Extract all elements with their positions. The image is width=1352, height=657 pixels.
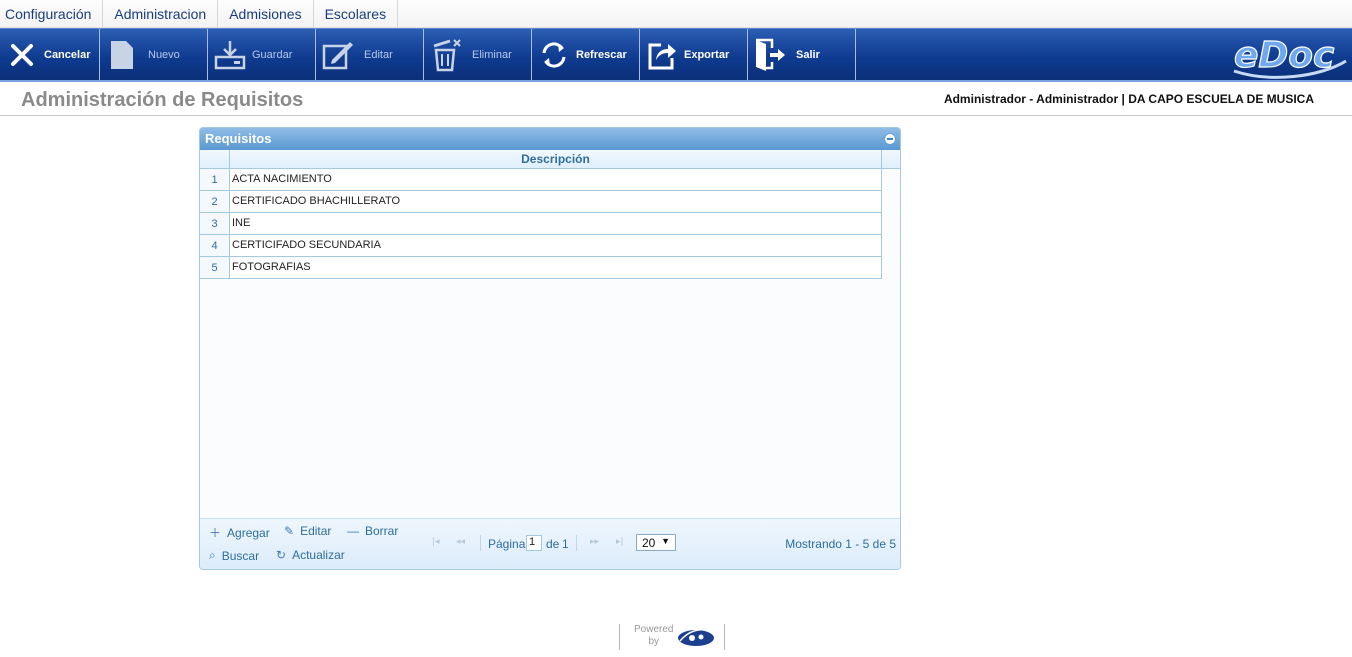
cancel-label: Cancelar (44, 48, 91, 61)
delete-row-label: Borrar (365, 524, 399, 538)
records-summary: Mostrando 1 - 5 de 5 (785, 537, 896, 551)
requisitos-grid: Requisitos Descripción 1 ACTA NACIMIENTO… (199, 127, 901, 570)
row-description: CERTICIFADO SECUNDARIA (232, 239, 381, 251)
row-number: 4 (200, 235, 230, 256)
page-title: Administración de Requisitos (21, 89, 304, 111)
column-header-descripcion[interactable]: Descripción (230, 150, 882, 168)
first-page-icon[interactable]: |◂ (432, 537, 440, 547)
edit-icon (322, 37, 354, 73)
reload-label: Actualizar (292, 548, 345, 562)
title-divider (0, 115, 1352, 116)
export-label: Exportar (684, 48, 730, 61)
add-button[interactable]: ＋ Agregar (209, 524, 270, 541)
save-label: Guardar (252, 48, 293, 61)
next-page-icon[interactable]: ▸▸ (590, 537, 599, 547)
row-description: INE (232, 217, 251, 229)
menu-administracion[interactable]: Administracion (103, 0, 219, 27)
minus-icon: — (347, 524, 359, 538)
refresh-label: Refrescar (576, 48, 627, 61)
trash-icon (430, 37, 462, 73)
delete-button[interactable]: Eliminar (424, 29, 532, 80)
row-number: 2 (200, 191, 230, 212)
edit-button[interactable]: Editar (316, 29, 424, 80)
menu-escolares[interactable]: Escolares (314, 0, 399, 27)
footer: Powered by (619, 624, 725, 650)
new-document-icon (106, 37, 138, 73)
export-icon (646, 37, 678, 73)
pencil-icon: ✎ (284, 524, 295, 538)
add-label: Agregar (227, 525, 270, 540)
last-page-icon[interactable]: ▸| (616, 537, 624, 547)
total-pages: 1 (562, 537, 569, 551)
search-icon: ⌕ (209, 548, 216, 562)
by-line: by (648, 636, 660, 647)
exit-label: Salir (796, 48, 820, 61)
row-description: FOTOGRAFIAS (232, 261, 311, 273)
new-label: Nuevo (148, 48, 180, 61)
of-label: de (546, 537, 560, 551)
exit-icon (754, 37, 786, 73)
top-menu-bar: Configuración Administracion Admisiones … (0, 0, 1352, 28)
prev-page-icon[interactable]: ◂◂ (456, 537, 465, 547)
page-label: Página (488, 537, 526, 551)
grid-column-header: Descripción (200, 150, 900, 169)
export-button[interactable]: Exportar (640, 29, 748, 80)
search-label: Buscar (221, 548, 260, 563)
cancel-button[interactable]: Cancelar (0, 29, 100, 80)
table-row[interactable]: 2 CERTIFICADO BHACHILLERATO (200, 191, 882, 213)
user-info: Administrador - Administrador | DA CAPO … (943, 92, 1314, 106)
delete-row-button[interactable]: — Borrar (347, 524, 398, 538)
save-button[interactable]: Guardar (208, 29, 316, 80)
reload-icon: ↻ (276, 548, 287, 562)
table-row[interactable]: 4 CERTICIFADO SECUNDARIA (200, 235, 882, 257)
toolbar: Cancelar Nuevo Guardar Editar Eliminar R… (0, 28, 1352, 82)
table-row[interactable]: 1 ACTA NACIMIENTO (200, 169, 882, 191)
edit-label: Editar (364, 48, 393, 61)
refresh-button[interactable]: Refrescar (532, 29, 640, 80)
rows-per-page-select[interactable]: 20 ▼ (636, 534, 676, 551)
grid-caption-bar: Requisitos (200, 128, 900, 150)
edoc-logo-text: eDoc (1234, 35, 1334, 76)
collapse-icon[interactable] (884, 133, 896, 145)
menu-admisiones[interactable]: Admisiones (218, 0, 314, 27)
row-description: CERTIFICADO BHACHILLERATO (232, 195, 401, 207)
edit-row-label: Editar (300, 524, 332, 538)
vendor-logo (676, 625, 716, 649)
menu-configuracion[interactable]: Configuración (0, 0, 104, 27)
grid-caption: Requisitos (205, 131, 272, 146)
column-header-rownum (200, 150, 230, 168)
powered-line: Powered (634, 624, 674, 635)
row-number: 1 (200, 169, 230, 190)
plus-icon: ＋ (209, 526, 222, 540)
close-icon (6, 37, 38, 73)
search-button[interactable]: ⌕ Buscar (209, 548, 259, 563)
save-icon (214, 37, 246, 73)
edoc-logo: eDoc (1230, 31, 1348, 79)
rows-per-page-value: 20 (642, 536, 656, 550)
row-number: 3 (200, 213, 230, 234)
table-row[interactable]: 3 INE (200, 213, 882, 235)
refresh-icon (538, 37, 570, 73)
dropdown-arrow-icon: ▼ (661, 536, 670, 546)
exit-button[interactable]: Salir (748, 29, 856, 80)
grid-pager: ＋ Agregar ✎ Editar — Borrar ⌕ Buscar ↻ A… (200, 518, 900, 569)
table-row[interactable]: 5 FOTOGRAFIAS (200, 257, 882, 279)
delete-label: Eliminar (472, 48, 512, 61)
pager-separator (480, 535, 481, 551)
row-description: ACTA NACIMIENTO (232, 173, 332, 185)
reload-button[interactable]: ↻ Actualizar (276, 548, 345, 562)
new-button[interactable]: Nuevo (100, 29, 208, 80)
row-number: 5 (200, 257, 230, 278)
page-number-input[interactable]: 1 (526, 535, 542, 551)
pager-separator (576, 535, 577, 551)
grid-rows: 1 ACTA NACIMIENTO 2 CERTIFICADO BHACHILL… (200, 169, 882, 279)
powered-by-text: Powered by (634, 624, 673, 648)
edit-row-button[interactable]: ✎ Editar (284, 524, 331, 538)
